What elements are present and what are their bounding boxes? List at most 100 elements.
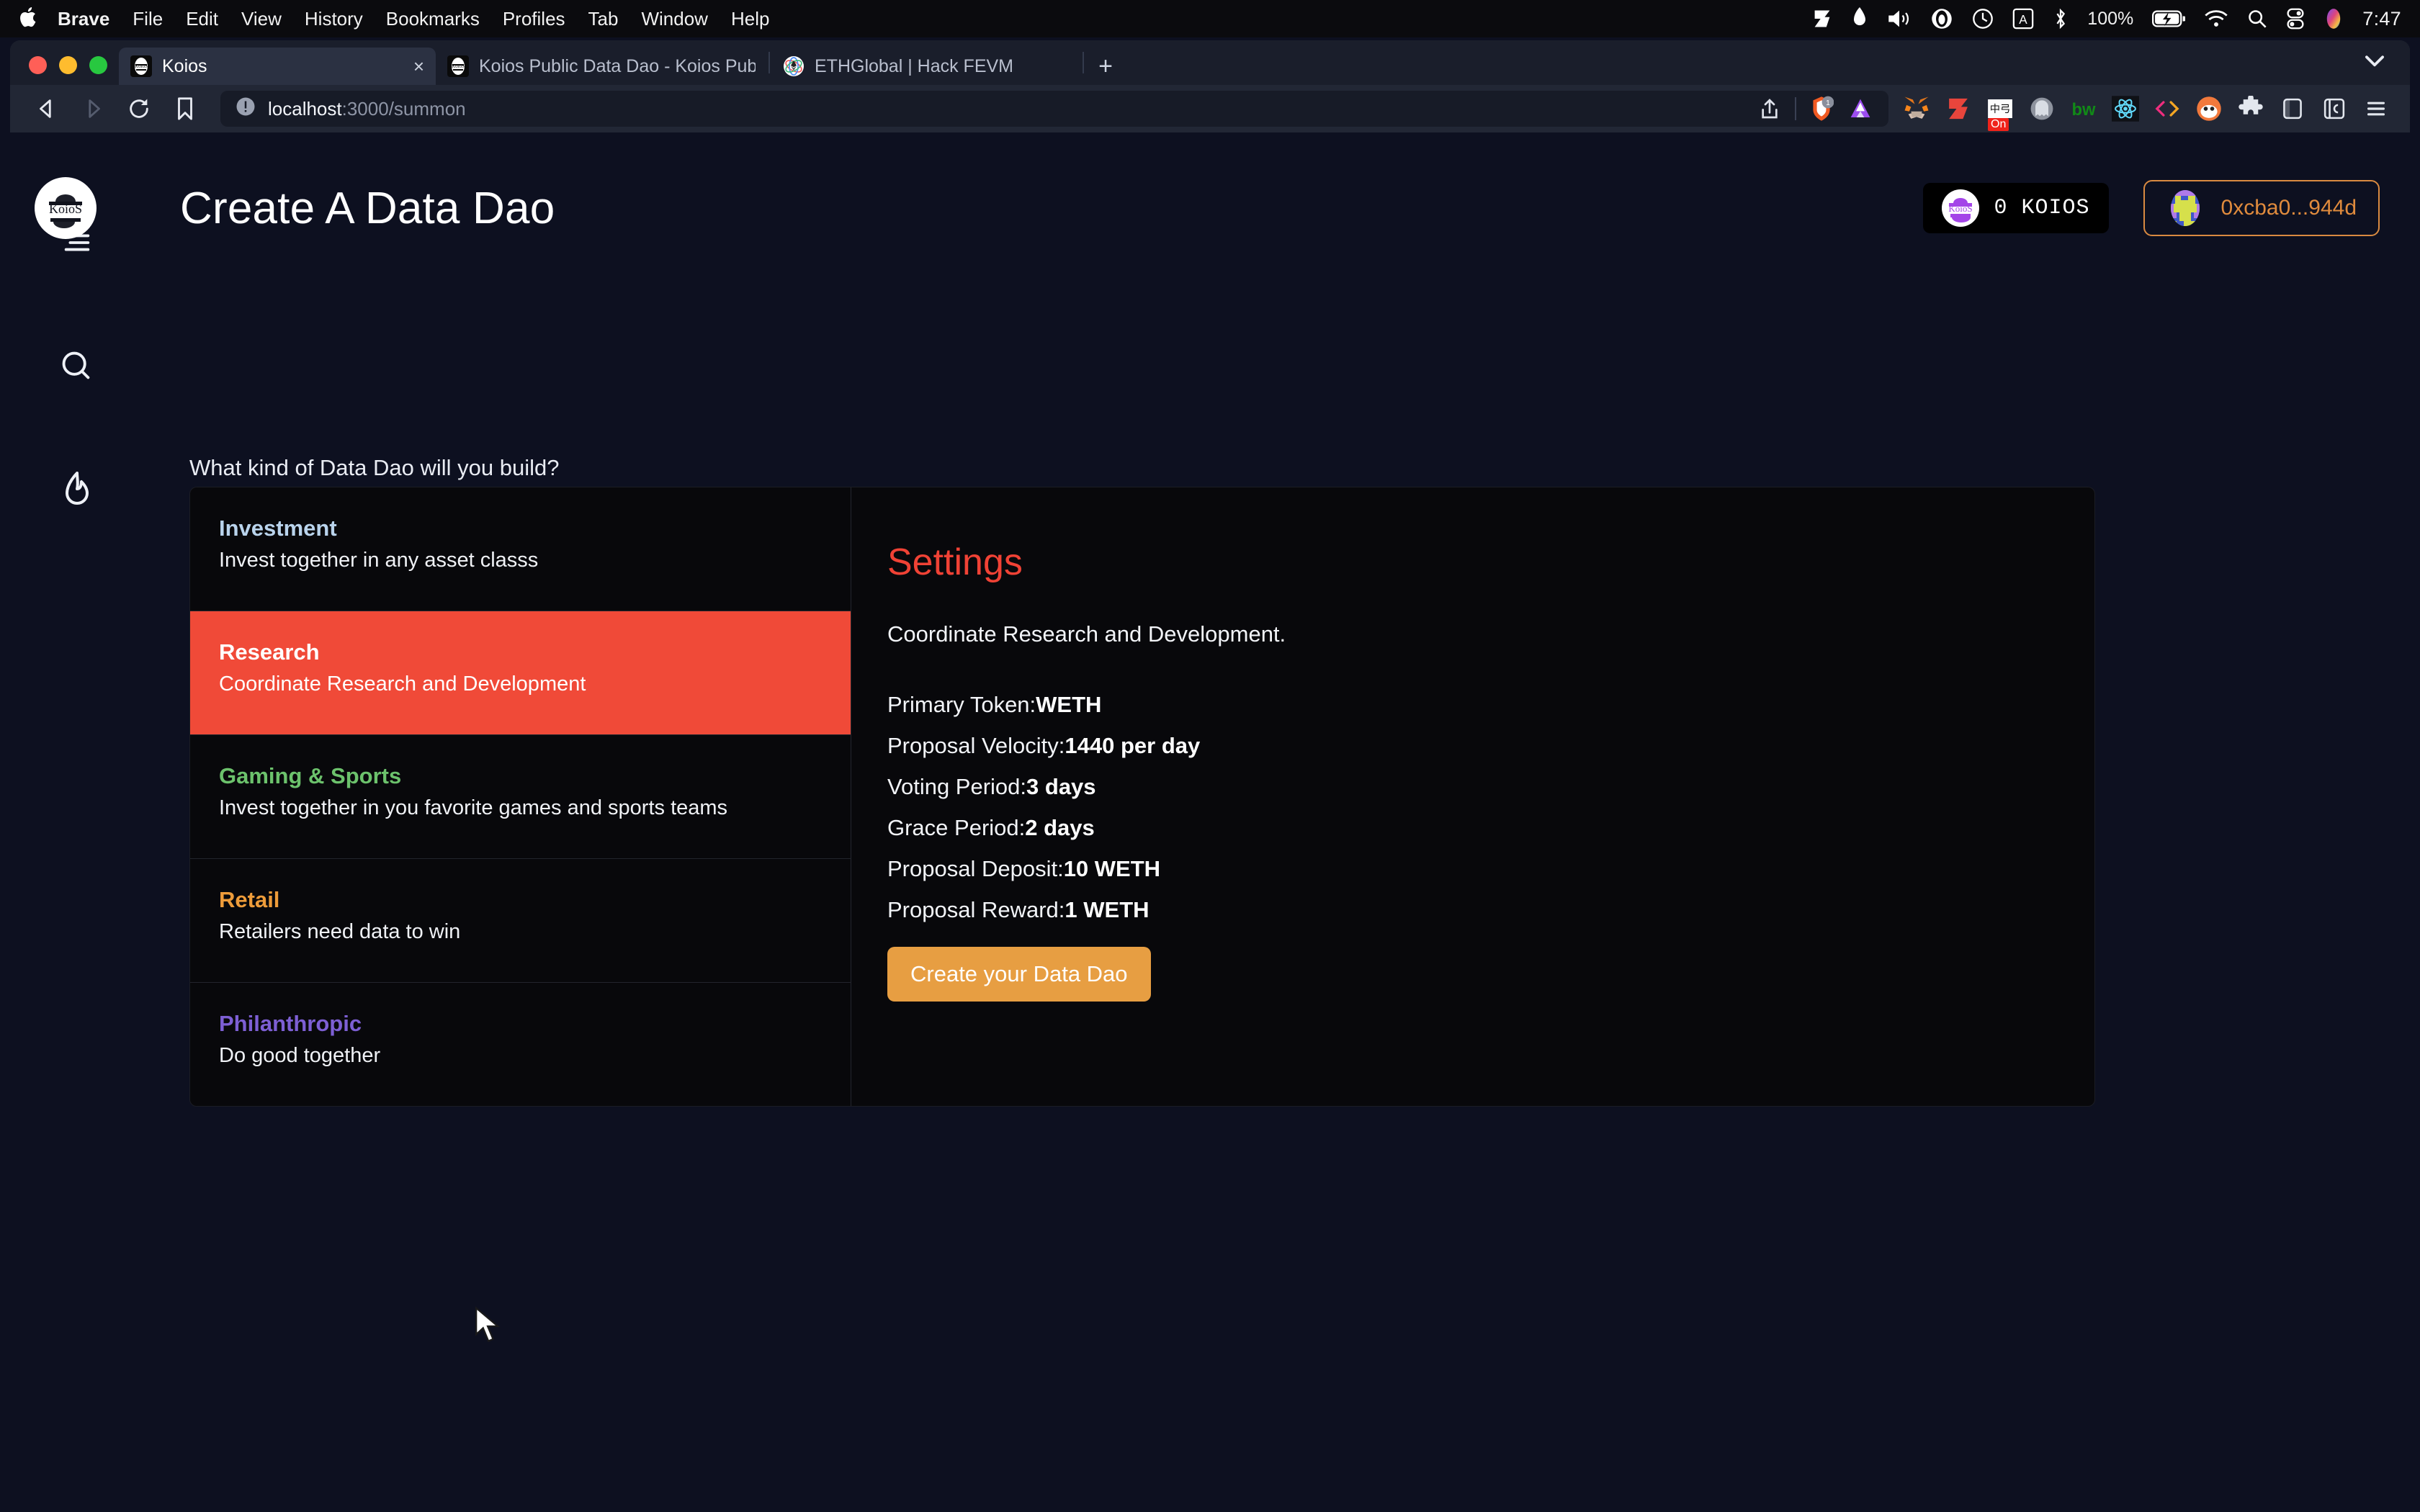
not-secure-info-icon[interactable] xyxy=(235,96,256,122)
back-arrow-icon[interactable] xyxy=(26,88,68,130)
new-tab-button[interactable]: + xyxy=(1085,48,1126,85)
tab-close-icon[interactable]: × xyxy=(400,55,424,78)
menu-item-help[interactable]: Help xyxy=(731,9,769,28)
reading-list-icon[interactable] xyxy=(2321,95,2348,122)
wallet-address-button[interactable]: 0xcba0...944d xyxy=(2143,180,2380,236)
malwarebytes-icon[interactable] xyxy=(1930,6,1953,31)
svg-text:1: 1 xyxy=(1826,99,1830,107)
menu-item-file[interactable]: File xyxy=(133,9,163,28)
dao-type-option-gaming-sports[interactable]: Gaming & Sports Invest together in you f… xyxy=(190,735,851,859)
svg-text:A: A xyxy=(2020,12,2028,27)
tab-divider xyxy=(768,52,770,73)
wifi-icon[interactable] xyxy=(2204,6,2228,31)
brave-menu-icon[interactable] xyxy=(2362,95,2390,122)
dao-type-name: Research xyxy=(219,639,320,665)
menu-bar-status-area: A 100% 7:47 xyxy=(1812,6,2401,31)
chevron-down-icon[interactable] xyxy=(2361,47,2388,78)
brave-rewards-triangle-icon[interactable] xyxy=(1847,95,1874,122)
menu-item-window[interactable]: Window xyxy=(641,9,707,28)
code-brackets-icon[interactable] xyxy=(2154,95,2181,122)
minimize-window-button[interactable] xyxy=(59,56,77,74)
puzzle-extensions-icon[interactable] xyxy=(2237,95,2264,122)
dao-type-option-investment[interactable]: Investment Invest together in any asset … xyxy=(190,487,851,611)
dao-type-option-philanthropic[interactable]: Philanthropic Do good together xyxy=(190,983,851,1106)
omnibox-actions: 1 xyxy=(1756,95,1874,122)
settings-heading: Settings xyxy=(887,541,1023,583)
control-center-icon[interactable] xyxy=(2286,6,2305,31)
setting-value: 2 days xyxy=(1025,815,1095,840)
zerion-icon[interactable] xyxy=(1812,6,1832,31)
setting-row-proposal-deposit: Proposal Deposit:10 WETH xyxy=(887,856,2094,882)
flame-icon[interactable] xyxy=(1851,6,1868,31)
apple-logo-icon[interactable] xyxy=(19,6,39,29)
setting-label: Voting Period: xyxy=(887,774,1027,799)
volume-icon[interactable] xyxy=(1887,6,1912,31)
wallet-address-label: 0xcba0...944d xyxy=(2220,196,2357,220)
menu-item-profiles[interactable]: Profiles xyxy=(503,9,565,28)
koios-logo-icon[interactable]: KoioS xyxy=(35,177,97,239)
setting-row-grace-period: Grace Period:2 days xyxy=(887,815,2094,841)
menu-item-view[interactable]: View xyxy=(241,9,282,28)
tab-title: ETHGlobal | Hack FEVM xyxy=(815,55,1014,76)
tab-title: Koios xyxy=(162,55,207,76)
pinyin-input-icon[interactable]: 中弓 On xyxy=(1986,95,2014,131)
brave-shields-icon[interactable]: 1 xyxy=(1808,95,1835,122)
keyboard-input-icon[interactable]: A xyxy=(2012,6,2034,31)
menu-item-bookmarks[interactable]: Bookmarks xyxy=(386,9,480,28)
forward-arrow-icon[interactable] xyxy=(72,88,114,130)
search-icon[interactable] xyxy=(2247,6,2267,31)
menu-item-history[interactable]: History xyxy=(305,9,363,28)
dao-type-option-research[interactable]: Research Coordinate Research and Develop… xyxy=(190,611,851,735)
menu-item-edit[interactable]: Edit xyxy=(186,9,218,28)
dao-type-name: Investment xyxy=(219,516,337,541)
setting-row-voting-period: Voting Period:3 days xyxy=(887,774,2094,800)
bookmark-icon[interactable] xyxy=(164,88,206,130)
setting-value: 3 days xyxy=(1026,774,1096,799)
bitwarden-icon[interactable]: bw xyxy=(2070,95,2097,122)
setting-label: Proposal Velocity: xyxy=(887,733,1065,758)
setting-label: Proposal Deposit: xyxy=(887,856,1064,881)
metamask-fox-icon[interactable] xyxy=(1903,95,1930,122)
browser-tab-koios-public-data-dao[interactable]: KoioS Koios Public Data Dao - Koios Publ… xyxy=(436,48,767,85)
time-machine-icon[interactable] xyxy=(1972,6,1994,31)
url-host: localhost xyxy=(268,97,342,120)
app-header: KoioS Create A Data Dao KoioS 0 KOIOS 0x… xyxy=(10,132,2410,284)
dao-type-option-retail[interactable]: Retail Retailers need data to win xyxy=(190,859,851,983)
setting-label: Grace Period: xyxy=(887,815,1026,840)
dao-type-description: Invest together in any asset classs xyxy=(219,549,539,572)
wallet-avatar-icon xyxy=(2166,189,2204,227)
search-icon[interactable] xyxy=(53,343,101,390)
web-page-content: KoioS Create A Data Dao KoioS 0 KOIOS 0x… xyxy=(10,132,2410,1512)
dao-type-name: Retail xyxy=(219,887,280,912)
dao-type-name: Gaming & Sports xyxy=(219,763,402,788)
siri-icon[interactable] xyxy=(2323,6,2344,31)
close-window-button[interactable] xyxy=(29,56,47,74)
battery-charging-icon[interactable] xyxy=(2152,6,2186,31)
create-data-dao-button[interactable]: Create your Data Dao xyxy=(887,947,1151,1002)
setting-value: 10 WETH xyxy=(1063,856,1161,881)
address-bar[interactable]: localhost:3000/summon 1 xyxy=(220,91,1888,127)
menu-item-tab[interactable]: Tab xyxy=(588,9,619,28)
share-icon[interactable] xyxy=(1756,95,1783,122)
reload-icon[interactable] xyxy=(118,88,160,130)
setting-label: Primary Token: xyxy=(887,692,1036,717)
flame-icon[interactable] xyxy=(53,467,101,514)
dao-builder-panel: Investment Invest together in any asset … xyxy=(189,487,2095,1107)
setting-label: Proposal Reward: xyxy=(887,897,1065,922)
rabby-wallet-icon[interactable] xyxy=(2195,95,2223,122)
browser-tab-ethglobal[interactable]: ETHGlobal | Hack FEVM xyxy=(771,48,1081,85)
browser-tab-koios[interactable]: KoioS Koios × xyxy=(119,48,436,85)
sidebar-toggle-icon[interactable] xyxy=(2279,95,2306,122)
zerion-icon[interactable] xyxy=(1945,95,1972,122)
setting-row-primary-token: Primary Token:WETH xyxy=(887,692,2094,718)
ethglobal-favicon xyxy=(783,55,805,77)
token-balance-chip[interactable]: KoioS 0 KOIOS xyxy=(1923,183,2109,233)
maximize-window-button[interactable] xyxy=(89,56,107,74)
koios-favicon: KoioS xyxy=(130,55,152,77)
react-devtools-icon[interactable] xyxy=(2112,95,2139,122)
menu-item-brave[interactable]: Brave xyxy=(58,9,109,28)
page-title: Create A Data Dao xyxy=(180,183,555,233)
ghost-icon[interactable] xyxy=(2028,95,2056,122)
bluetooth-icon[interactable] xyxy=(2053,6,2069,31)
menu-bar-clock[interactable]: 7:47 xyxy=(2362,8,2401,30)
